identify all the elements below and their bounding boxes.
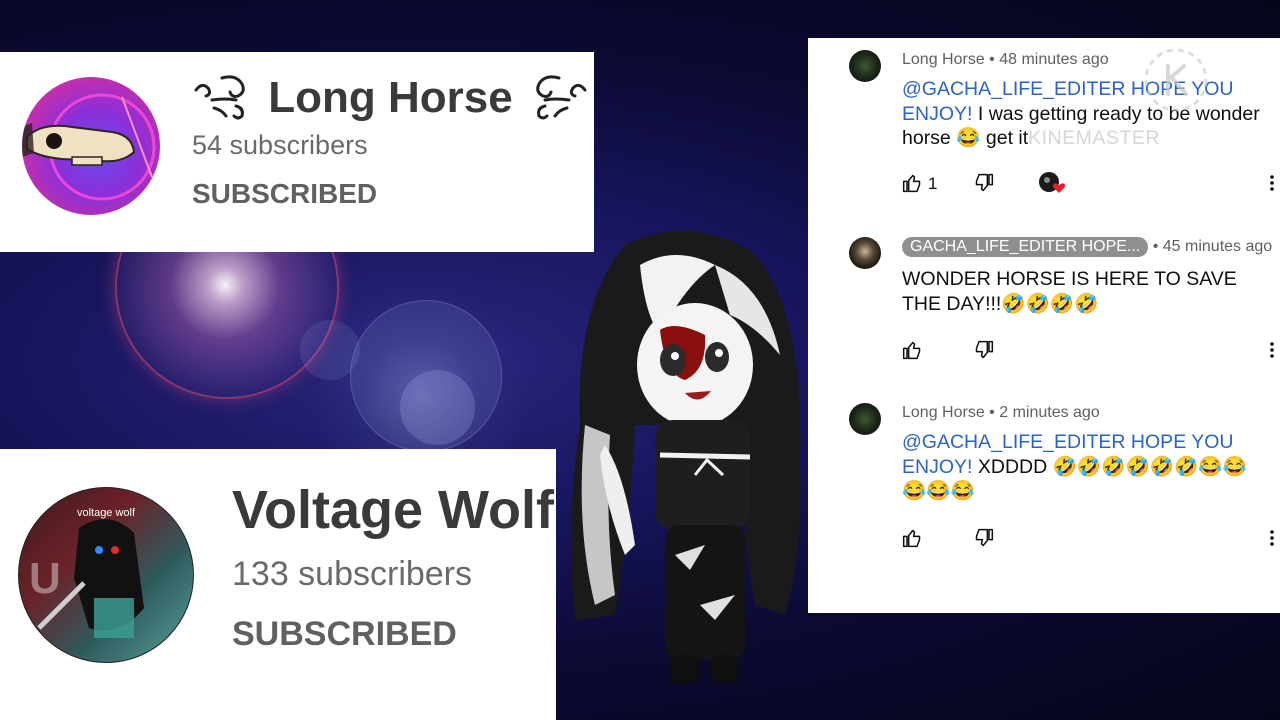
avatar-caption: voltage wolf xyxy=(77,507,136,519)
thumbs-up-icon[interactable] xyxy=(902,173,922,198)
comments-panel[interactable]: Long Horse • 48 minutes ago @GACHA_LIFE_… xyxy=(808,38,1280,613)
more-vert-icon[interactable] xyxy=(1268,528,1276,553)
heart-icon xyxy=(1052,183,1066,193)
subscribed-button[interactable]: SUBSCRIBED xyxy=(232,615,457,654)
comment-author[interactable]: Long Horse xyxy=(902,51,985,68)
comment-actions: 1 xyxy=(902,171,1280,200)
channel-name: Long Horse xyxy=(268,73,513,123)
comment-time: • 45 minutes ago xyxy=(1152,238,1273,255)
channel-name-row: Long Horse xyxy=(192,70,589,131)
comment-time: • 2 minutes ago xyxy=(989,404,1100,421)
subscriber-count: 54 subscribers xyxy=(192,130,368,160)
comment-meta: GACHA_LIFE_EDITER HOPE... • 45 minutes a… xyxy=(902,237,1272,257)
lens-flare-disc xyxy=(400,370,475,445)
thumbs-up-icon[interactable] xyxy=(902,528,922,553)
comment-actions xyxy=(902,340,1280,364)
channel-avatar[interactable] xyxy=(22,77,160,215)
comment-body: WONDER HORSE IS HERE TO SAVE THE DAY!!!🤣… xyxy=(902,268,1237,315)
comment-actions xyxy=(902,528,1280,552)
subscriber-count: 133 subscribers xyxy=(232,555,473,593)
gacha-character-figure xyxy=(565,225,810,695)
avatar-wolf-art: voltage wolf U xyxy=(29,507,144,638)
comment-author-pill[interactable]: GACHA_LIFE_EDITER HOPE... xyxy=(902,237,1149,257)
channel-card-long-horse[interactable]: Long Horse 54 subscribers SUBSCRIBED xyxy=(0,52,594,252)
thumbs-down-icon[interactable] xyxy=(974,340,994,365)
thumbs-up-icon[interactable] xyxy=(902,340,922,365)
commenter-avatar[interactable] xyxy=(849,50,881,82)
channel-avatar[interactable]: voltage wolf U xyxy=(18,487,194,663)
comment-text: @GACHA_LIFE_EDITER HOPE YOU ENJOY! XDDDD… xyxy=(902,430,1262,504)
like-count: 1 xyxy=(928,174,938,193)
commenter-avatar[interactable] xyxy=(849,237,881,269)
commenter-avatar[interactable] xyxy=(849,403,881,435)
comment-text: WONDER HORSE IS HERE TO SAVE THE DAY!!!🤣… xyxy=(902,267,1277,316)
thumbs-down-icon[interactable] xyxy=(974,173,994,198)
comment-meta: Long Horse • 48 minutes ago xyxy=(902,51,1109,69)
swirl-icon xyxy=(192,70,256,131)
thumbs-down-icon[interactable] xyxy=(974,528,994,553)
channel-name: Voltage Wolf xyxy=(232,480,554,540)
creator-heart-badge xyxy=(1039,171,1066,200)
kinemaster-logo xyxy=(1140,44,1212,116)
channel-card-voltage-wolf[interactable]: voltage wolf U Voltage Wolf 133 subscrib… xyxy=(0,449,556,720)
avatar-horse-skull-art xyxy=(22,93,156,201)
svg-text:U: U xyxy=(29,554,61,603)
more-vert-icon[interactable] xyxy=(1268,340,1276,365)
watermark-text: KINEMASTER xyxy=(1028,127,1160,149)
swirl-icon xyxy=(525,70,589,131)
comment-meta: Long Horse • 2 minutes ago xyxy=(902,404,1100,422)
comment-author[interactable]: Long Horse xyxy=(902,404,985,421)
subscribed-button[interactable]: SUBSCRIBED xyxy=(192,178,377,210)
comment-time: • 48 minutes ago xyxy=(989,51,1109,68)
more-vert-icon[interactable] xyxy=(1268,173,1276,198)
